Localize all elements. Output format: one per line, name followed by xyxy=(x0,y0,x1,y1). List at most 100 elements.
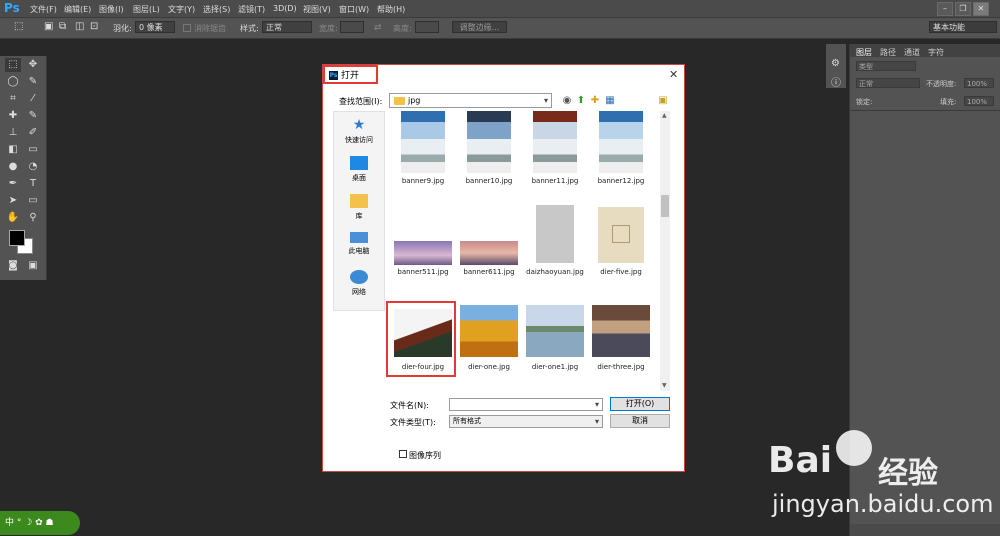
antialias-checkbox[interactable] xyxy=(183,24,191,32)
crop-tool-icon[interactable]: ⌗ xyxy=(5,92,21,106)
tab-paths[interactable]: 路径 xyxy=(880,47,896,58)
menu-file[interactable]: 文件(F) xyxy=(30,4,57,15)
close-window-button[interactable]: ✕ xyxy=(973,2,989,16)
foreground-color-swatch[interactable] xyxy=(9,230,25,246)
file-dier-one[interactable]: dier-one.jpg xyxy=(456,303,522,383)
tab-channels[interactable]: 通道 xyxy=(904,47,920,58)
brush-tool-icon[interactable]: ✎ xyxy=(25,109,41,123)
minimize-button[interactable]: – xyxy=(937,2,953,16)
file-dier-three[interactable]: dier-three.jpg xyxy=(588,303,654,383)
file-list-scrollbar[interactable] xyxy=(660,111,670,391)
width-input[interactable] xyxy=(340,21,364,33)
cancel-button[interactable]: 取消 xyxy=(610,414,670,428)
lasso-tool-icon[interactable]: ◯ xyxy=(5,75,21,89)
feather-input[interactable]: 0 像素 xyxy=(135,21,175,33)
file-thumbnail xyxy=(533,111,577,173)
gradient-tool-icon[interactable]: ▭ xyxy=(25,143,41,157)
filename-input[interactable]: ▾ xyxy=(449,398,603,411)
file-banner10[interactable]: banner10.jpg xyxy=(456,111,522,191)
swap-icon[interactable]: ⇄ xyxy=(374,23,382,33)
restore-button[interactable]: ❐ xyxy=(955,2,971,16)
back-icon[interactable]: ◉ xyxy=(561,95,573,107)
layer-kind-filter[interactable]: 类型 xyxy=(856,61,916,71)
filetype-select[interactable]: 所有格式 ▾ xyxy=(449,415,603,428)
file-banner611[interactable]: banner611.jpg xyxy=(456,205,522,285)
healing-brush-tool-icon[interactable]: ✚ xyxy=(5,109,21,123)
new-selection-icon[interactable]: ▣ xyxy=(44,21,53,32)
tab-layers[interactable]: 图层 xyxy=(856,47,872,58)
intersect-selection-icon[interactable]: ⊡ xyxy=(90,21,98,32)
fill-input[interactable]: 100% xyxy=(964,96,994,106)
menu-layer[interactable]: 图层(L) xyxy=(133,4,160,15)
file-banner12[interactable]: banner12.jpg xyxy=(588,111,654,191)
hand-tool-icon[interactable]: ✋ xyxy=(5,211,21,225)
menu-type[interactable]: 文字(Y) xyxy=(168,4,195,15)
screen-mode-icon[interactable]: ▣ xyxy=(25,259,41,273)
tab-character[interactable]: 字符 xyxy=(928,47,944,58)
move-tool-icon[interactable]: ✥ xyxy=(25,58,41,72)
type-tool-icon[interactable]: T xyxy=(25,177,41,191)
pen-tool-icon[interactable]: ✒ xyxy=(5,177,21,191)
place-library[interactable]: 库 xyxy=(334,194,384,221)
dialog-close-button[interactable]: ✕ xyxy=(669,68,678,81)
history-brush-tool-icon[interactable]: ✐ xyxy=(25,126,41,140)
ime-toolbar[interactable]: 中 ° ☽ ✿ ☗ xyxy=(0,511,80,535)
menu-filter[interactable]: 滤镜(T) xyxy=(238,4,265,15)
quick-select-tool-icon[interactable]: ✎ xyxy=(25,75,41,89)
preview-icon[interactable]: ▣ xyxy=(657,95,669,107)
info-icon[interactable]: ⓘ xyxy=(831,74,841,89)
scrollbar-thumb[interactable] xyxy=(661,195,669,217)
place-quick-access[interactable]: ★ 快速访问 xyxy=(334,118,384,145)
quick-mask-icon[interactable]: ◙ xyxy=(5,259,21,273)
clone-stamp-tool-icon[interactable]: ⊥ xyxy=(5,126,21,140)
file-dier-one1[interactable]: dier-one1.jpg xyxy=(522,303,588,383)
open-button[interactable]: 打开(O) xyxy=(610,397,670,411)
view-menu-icon[interactable]: ▦ xyxy=(604,95,616,107)
eraser-tool-icon[interactable]: ◧ xyxy=(5,143,21,157)
place-network[interactable]: 网络 xyxy=(334,270,384,297)
opacity-input[interactable]: 100% xyxy=(964,78,994,88)
file-banner9[interactable]: banner9.jpg xyxy=(390,111,456,191)
history-icon[interactable]: ⚙ xyxy=(831,58,840,69)
blur-tool-icon[interactable]: ● xyxy=(5,160,21,174)
baidu-watermark-logo: Bai xyxy=(768,440,833,481)
refine-edge-button[interactable]: 调整边缘... xyxy=(452,21,507,33)
place-desktop[interactable]: 桌面 xyxy=(334,156,384,183)
up-folder-icon[interactable]: ⬆ xyxy=(575,95,587,107)
menu-view[interactable]: 视图(V) xyxy=(303,4,331,15)
rectangle-tool-icon[interactable]: ▭ xyxy=(25,194,41,208)
new-folder-icon[interactable]: ✚ xyxy=(589,95,601,107)
menu-window[interactable]: 窗口(W) xyxy=(339,4,369,15)
file-daizhaoyuan[interactable]: daizhaoyuan.jpg xyxy=(522,205,588,285)
menu-3d[interactable]: 3D(D) xyxy=(273,4,297,13)
marquee-tool-icon[interactable]: ⬚ xyxy=(14,21,23,32)
scroll-down-icon[interactable]: ▼ xyxy=(662,382,667,389)
blend-mode-select[interactable]: 正常 xyxy=(856,78,920,88)
subtract-selection-icon[interactable]: ◫ xyxy=(75,21,84,32)
rect-marquee-tool-icon[interactable]: ⬚ xyxy=(5,58,21,72)
menu-help[interactable]: 帮助(H) xyxy=(377,4,405,15)
workspace-select[interactable]: 基本功能 xyxy=(929,21,997,33)
star-icon: ★ xyxy=(352,117,366,133)
dodge-tool-icon[interactable]: ◔ xyxy=(25,160,41,174)
scroll-up-icon[interactable]: ▲ xyxy=(662,112,667,119)
style-select[interactable]: 正常 xyxy=(262,21,312,33)
file-dier-five[interactable]: dier-five.jpg xyxy=(588,205,654,285)
file-banner11[interactable]: banner11.jpg xyxy=(522,111,588,191)
menu-image[interactable]: 图像(I) xyxy=(99,4,124,15)
menu-select[interactable]: 选择(S) xyxy=(203,4,230,15)
feather-label: 羽化: xyxy=(113,24,132,33)
add-selection-icon[interactable]: ⧉ xyxy=(59,21,66,32)
eyedropper-tool-icon[interactable]: ⁄ xyxy=(25,92,41,106)
lookin-select[interactable]: jpg ▾ xyxy=(389,93,552,108)
menu-edit[interactable]: 编辑(E) xyxy=(64,4,91,15)
height-input[interactable] xyxy=(415,21,439,33)
file-thumbnail xyxy=(460,305,518,357)
lookin-label: 查找范围(I): xyxy=(339,97,383,106)
zoom-tool-icon[interactable]: ⚲ xyxy=(25,211,41,225)
panel-dock-strip: ⚙ ⓘ xyxy=(826,44,846,89)
path-select-tool-icon[interactable]: ➤ xyxy=(5,194,21,208)
file-banner511[interactable]: banner511.jpg xyxy=(390,205,456,285)
place-this-pc[interactable]: 此电脑 xyxy=(334,232,384,256)
image-sequence-checkbox[interactable] xyxy=(399,450,407,458)
